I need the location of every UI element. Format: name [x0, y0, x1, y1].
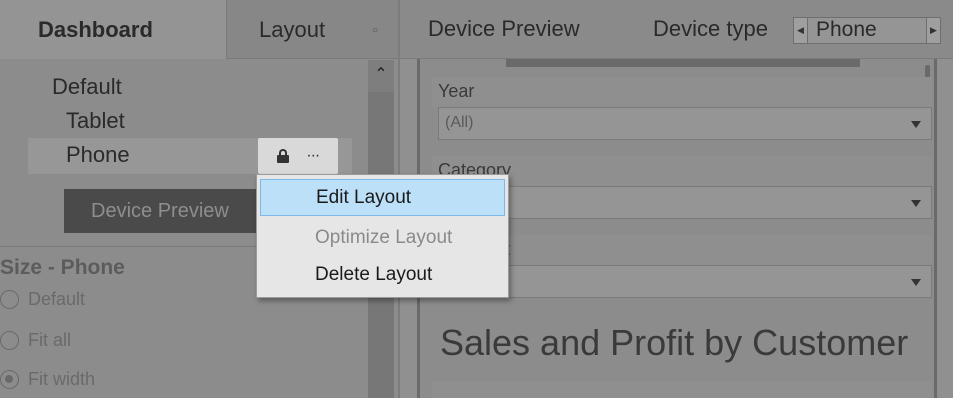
- filter-dropdown[interactable]: [438, 265, 932, 298]
- tab-layout[interactable]: Layout ○: [226, 0, 398, 59]
- size-option-fit-width[interactable]: Fit width: [0, 369, 95, 390]
- menu-item-delete-layout[interactable]: Delete Layout: [260, 256, 505, 293]
- layout-item-default[interactable]: Default: [52, 74, 122, 100]
- size-option-label: Fit width: [28, 369, 96, 389]
- size-heading: Size - Phone: [0, 256, 125, 279]
- sheet-view: [432, 381, 932, 398]
- previous-arrow-icon[interactable]: ◀: [794, 18, 808, 43]
- size-option-default[interactable]: Default: [0, 289, 85, 310]
- layout-context-menu: Edit Layout Optimize Layout Delete Layou…: [256, 174, 509, 298]
- filter-dropdown[interactable]: [438, 186, 932, 219]
- more-options-icon[interactable]: ···: [306, 148, 320, 164]
- tab-menu-icon[interactable]: ○: [372, 25, 378, 36]
- layout-item-tablet[interactable]: Tablet: [66, 108, 125, 134]
- menu-item-edit-layout[interactable]: Edit Layout: [260, 179, 505, 216]
- device-speaker-bar: [506, 59, 860, 67]
- size-option-label: Fit all: [28, 330, 72, 350]
- size-option-label: Default: [28, 289, 86, 309]
- device-preview-button[interactable]: Device Preview: [64, 189, 262, 233]
- dropdown-arrow-icon[interactable]: [911, 200, 921, 207]
- tabs-divider: [226, 58, 398, 59]
- size-option-fit-all[interactable]: Fit all: [0, 330, 71, 351]
- filter-value: (All): [445, 114, 474, 131]
- device-type-label: Device type: [653, 16, 768, 41]
- dropdown-arrow-icon[interactable]: [911, 121, 921, 128]
- device-preview-title: Device Preview: [428, 16, 580, 41]
- menu-item-optimize-layout: Optimize Layout: [315, 226, 453, 248]
- radio-checked-icon[interactable]: [0, 370, 19, 389]
- tab-dashboard[interactable]: Dashboard: [0, 0, 226, 59]
- dropdown-arrow-icon[interactable]: [911, 279, 921, 286]
- radio-icon[interactable]: [0, 290, 19, 309]
- radio-icon[interactable]: [0, 331, 19, 350]
- filter-label: Year: [432, 77, 932, 107]
- next-arrow-icon[interactable]: ▶: [926, 18, 940, 43]
- tab-dashboard-label: Dashboard: [38, 16, 153, 42]
- scroll-up-icon[interactable]: ⌃: [368, 62, 394, 86]
- layout-item-phone[interactable]: Phone: [66, 142, 130, 168]
- device-type-select[interactable]: ◀ Phone ▶: [793, 17, 941, 44]
- preview-header: Device Preview Device type ◀ Phone ▶: [400, 0, 953, 59]
- filter-dropdown[interactable]: (All): [438, 107, 932, 140]
- lock-icon[interactable]: [276, 149, 289, 163]
- sheet-title: Sales and Profit by Customer: [440, 322, 909, 363]
- layout-row-actions: ···: [258, 138, 338, 174]
- tab-layout-label: Layout: [259, 16, 326, 42]
- panel-tabs: Dashboard Layout ○: [0, 0, 398, 59]
- device-type-value: Phone: [816, 18, 877, 41]
